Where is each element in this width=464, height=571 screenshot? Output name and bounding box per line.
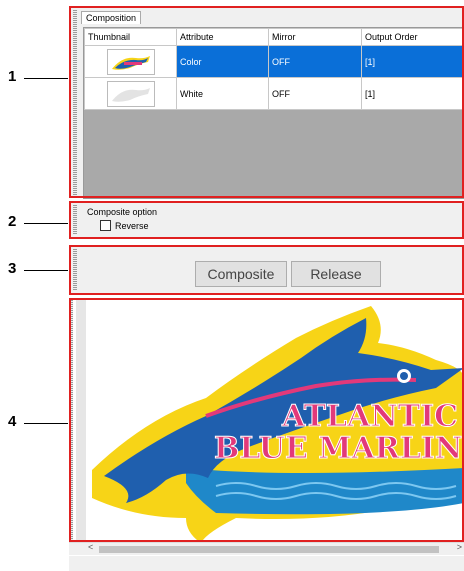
highlight-box-3 xyxy=(69,245,464,295)
scroll-left-arrow[interactable]: < xyxy=(88,542,93,552)
callout-3: 3 xyxy=(8,260,17,277)
scroll-thumb[interactable] xyxy=(99,546,439,553)
callout-4: 4 xyxy=(8,413,17,430)
highlight-box-1 xyxy=(69,6,464,198)
preview-horizontal-scrollbar[interactable]: < > xyxy=(69,542,464,555)
highlight-box-2 xyxy=(69,201,464,239)
scroll-right-arrow[interactable]: > xyxy=(457,542,462,552)
highlight-box-4 xyxy=(69,298,464,542)
leader-line-2 xyxy=(24,223,68,224)
leader-line-4 xyxy=(24,423,68,424)
callout-2: 2 xyxy=(8,213,17,230)
callout-1: 1 xyxy=(8,68,17,85)
leader-line-3 xyxy=(24,270,68,271)
status-strip xyxy=(69,556,464,571)
leader-line-1 xyxy=(24,78,68,79)
